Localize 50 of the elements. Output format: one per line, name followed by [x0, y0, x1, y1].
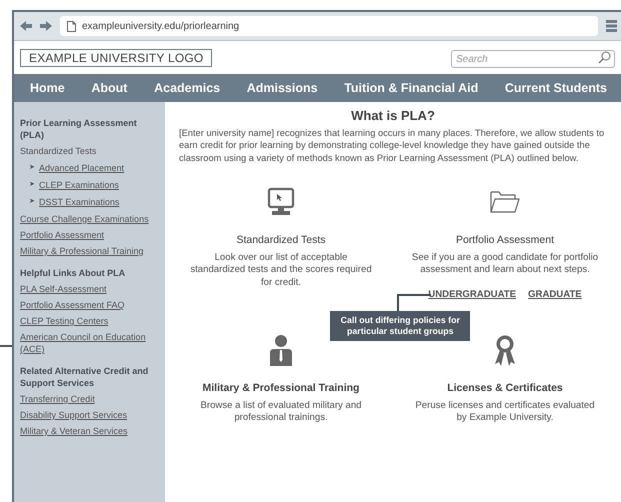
forward-icon[interactable]: [40, 21, 52, 31]
sidebar-link[interactable]: DSST Examinations: [39, 196, 120, 208]
leader-line: [0, 345, 12, 347]
sidebar-link[interactable]: American Council on Education (ACE): [20, 331, 153, 355]
card-description: Look over our list of acceptable standardized tests and the scores required for credit.: [189, 252, 373, 290]
nav-link[interactable]: Academics: [154, 81, 220, 95]
sidebar-link[interactable]: Transferring Credit: [20, 393, 95, 405]
card-title: Standardized Tests: [236, 234, 326, 246]
sidebar-link[interactable]: Military & Professional Training: [20, 245, 144, 257]
search-field[interactable]: Search: [451, 50, 615, 68]
monitor-icon: [266, 186, 296, 217]
card-description: Peruse licenses and certificates evaluated by Example University.: [414, 400, 596, 425]
nav-link[interactable]: Tuition & Financial Aid: [344, 81, 478, 95]
sidebar-heading: Helpful Links About PLA: [20, 267, 126, 279]
sidebar-link[interactable]: CLEP Testing Centers: [20, 315, 108, 327]
card-title: Licenses & Certificates: [447, 382, 563, 394]
card-title: Military & Professional Training: [202, 382, 360, 394]
sidebar-link[interactable]: PLA Self-Assessment: [20, 283, 107, 295]
card-title: Portfolio Assessment: [456, 234, 554, 246]
level-link[interactable]: UNDERGRADUATE: [428, 288, 516, 300]
nav-link[interactable]: About: [91, 81, 128, 95]
person-icon: [269, 334, 293, 366]
intro-paragraph: [Enter university name] recognizes that learning occurs in many places. Therefore, we allow students to earn credit for prior learning by demonstrating college-level knowledge they have gained outside the classroom using a variety of methods known as Prior Learning Assessment (PLA) outlined below.: [179, 127, 606, 164]
level-link[interactable]: GRADUATE: [528, 288, 582, 300]
sidebar-heading: Related Alternative Credit and Support Services: [20, 365, 150, 389]
sidebar-heading: Prior Learning Assessment (PLA): [20, 117, 138, 141]
nav-link[interactable]: Home: [30, 81, 65, 95]
sidebar-link[interactable]: Course Challenge Examinations: [20, 213, 149, 225]
page-icon: [67, 20, 76, 32]
award-ribbon-icon: [494, 334, 516, 366]
sidebar-link[interactable]: Portfolio Assessment: [20, 229, 104, 241]
callout-note: Call out differing policies for particular student groups: [330, 310, 470, 341]
menu-icon[interactable]: [606, 20, 617, 32]
search-icon[interactable]: [598, 50, 611, 64]
address-bar[interactable]: exampleuniversity.edu/priorlearning: [60, 16, 598, 36]
card-description: Browse a list of evaluated military and professional trainings.: [199, 400, 363, 425]
page-title: What is PLA?: [350, 108, 436, 123]
sidebar-link[interactable]: Advanced Placement: [39, 162, 124, 174]
folder-icon: [489, 188, 521, 215]
sidebar-link[interactable]: Military & Veteran Services: [20, 425, 128, 437]
sidebar-link[interactable]: Portfolio Assessment FAQ: [20, 299, 125, 311]
sidebar-link[interactable]: Disability Support Services: [20, 409, 128, 421]
logo-placeholder[interactable]: EXAMPLE UNIVERSITY LOGO: [20, 48, 212, 66]
back-icon[interactable]: [20, 21, 32, 31]
nav-link[interactable]: Admissions: [246, 81, 318, 95]
card-description: See if you are a good candidate for portfolio assessment and learn about next steps.: [410, 252, 600, 277]
nav-link[interactable]: Current Students: [504, 81, 607, 95]
sidebar-label: Standardized Tests: [20, 145, 98, 157]
sidebar-link[interactable]: CLEP Examinations: [39, 179, 119, 191]
url-text: exampleuniversity.edu/priorlearning: [82, 20, 240, 32]
